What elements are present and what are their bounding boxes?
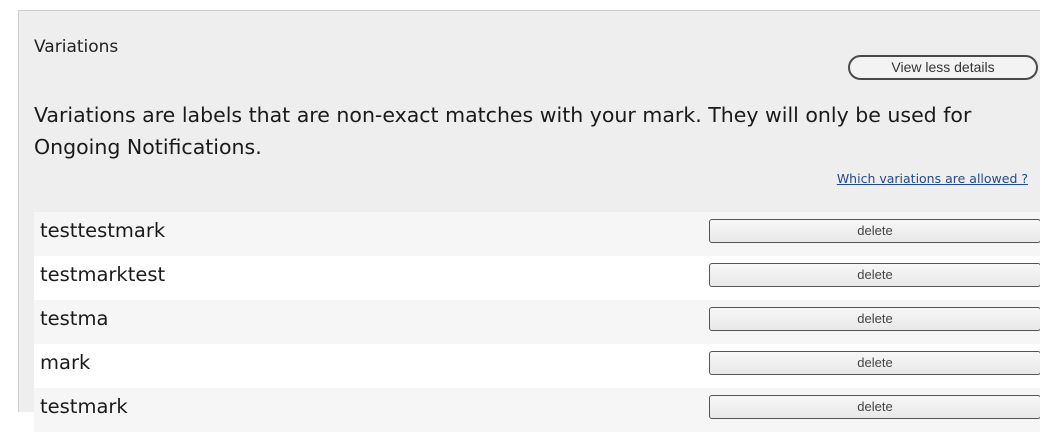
delete-button[interactable]: delete (709, 219, 1040, 243)
variation-row: testmark delete (34, 388, 1040, 432)
delete-button[interactable]: delete (709, 351, 1040, 375)
section-title: Variations (34, 37, 119, 57)
variation-row: mark delete (34, 344, 1040, 388)
variation-list: testtestmark delete testmarktest delete … (34, 212, 1040, 432)
delete-button[interactable]: delete (709, 263, 1040, 287)
variation-label: testma (40, 307, 109, 330)
variation-label: testmarktest (40, 263, 166, 286)
delete-button[interactable]: delete (709, 307, 1040, 331)
variation-label: mark (40, 351, 91, 374)
variation-row: testma delete (34, 300, 1040, 344)
variation-label: testmark (40, 395, 128, 418)
allowed-variations-link[interactable]: Which variations are allowed ? (837, 171, 1028, 186)
variation-row: testmarktest delete (34, 256, 1040, 300)
variations-description: Variations are labels that are non-exact… (34, 103, 972, 159)
view-less-details-button[interactable]: View less details (848, 55, 1038, 80)
delete-button[interactable]: delete (709, 395, 1040, 419)
variation-row: testtestmark delete (34, 212, 1040, 256)
variations-panel: Variations View less details Variations … (18, 10, 1040, 432)
variation-label: testtestmark (40, 219, 166, 242)
